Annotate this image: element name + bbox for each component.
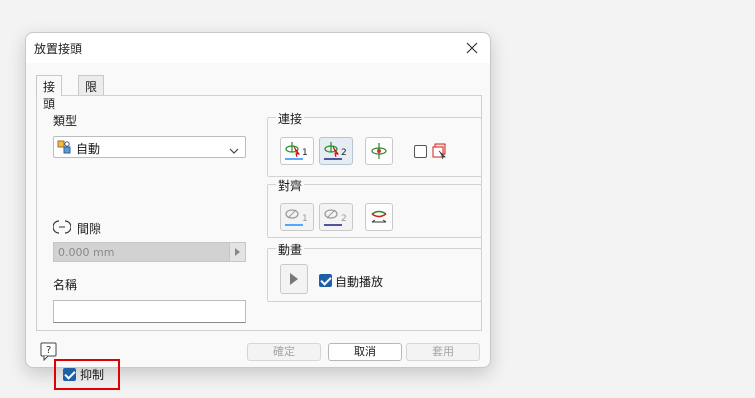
title-bar: 放置接頭 (26, 33, 490, 63)
animate-title: 動畫 (276, 241, 305, 258)
gap-icon (52, 220, 72, 237)
align-title: 對齊 (276, 177, 305, 194)
gap-input[interactable]: 0.000 mm (53, 242, 230, 262)
connect-origin-2-button[interactable]: 2 (319, 137, 353, 165)
align-group: 對齊 1 2 (267, 177, 482, 238)
connect-btn1-text: 1 (302, 148, 308, 158)
autoplay-checkbox[interactable] (319, 274, 332, 287)
tab-joint[interactable]: 接頭 (36, 75, 63, 111)
help-icon[interactable]: ? (39, 341, 59, 362)
align-2-button[interactable]: 2 (319, 203, 353, 231)
lock-component-icon (431, 142, 449, 163)
type-label: 類型 (53, 114, 78, 128)
joint-tab-panel: 類型 自動 間隙 0.000 mm 名稱 抑制 連接 1 2 對齊 1 2 動畫… (36, 95, 482, 390)
connect-btn2-text: 2 (341, 148, 347, 158)
align-btn1-text: 1 (302, 214, 308, 224)
connect-origin-1-button[interactable]: 1 (280, 137, 314, 165)
cancel-button[interactable]: 取消 (328, 343, 402, 361)
suppress-checkbox[interactable] (63, 368, 76, 381)
autoplay-label: 自動播放 (335, 275, 384, 289)
auto-joint-icon (57, 140, 72, 155)
flip-component-button[interactable] (365, 137, 393, 165)
gap-label: 間隙 (77, 222, 102, 236)
type-select-value: 自動 (76, 142, 101, 156)
ok-button[interactable]: 確定 (247, 343, 321, 361)
animate-group: 動畫 自動播放 (267, 241, 482, 302)
tab-limits[interactable]: 限制 (78, 75, 105, 111)
svg-text:?: ? (46, 345, 51, 356)
invert-alignment-button[interactable] (365, 203, 393, 231)
name-label: 名稱 (53, 278, 78, 292)
chevron-down-icon (229, 143, 239, 157)
connect-group: 連接 1 2 (267, 110, 482, 177)
align-btn2-text: 2 (341, 214, 347, 224)
apply-button[interactable]: 套用 (406, 343, 480, 361)
suppress-label: 抑制 (80, 368, 105, 382)
connect-title: 連接 (276, 110, 305, 127)
type-select[interactable]: 自動 (53, 136, 246, 158)
highlight-box: 抑制 (54, 359, 120, 390)
name-input[interactable] (53, 300, 246, 323)
close-icon[interactable] (460, 36, 484, 60)
align-1-button[interactable]: 1 (280, 203, 314, 231)
play-button[interactable] (280, 264, 308, 294)
place-joint-dialog: 放置接頭 接頭 限制 類型 自動 (25, 32, 491, 390)
dialog-title: 放置接頭 (34, 42, 83, 56)
gap-dropdown-button[interactable] (230, 242, 246, 262)
lock-checkbox[interactable] (414, 145, 427, 158)
